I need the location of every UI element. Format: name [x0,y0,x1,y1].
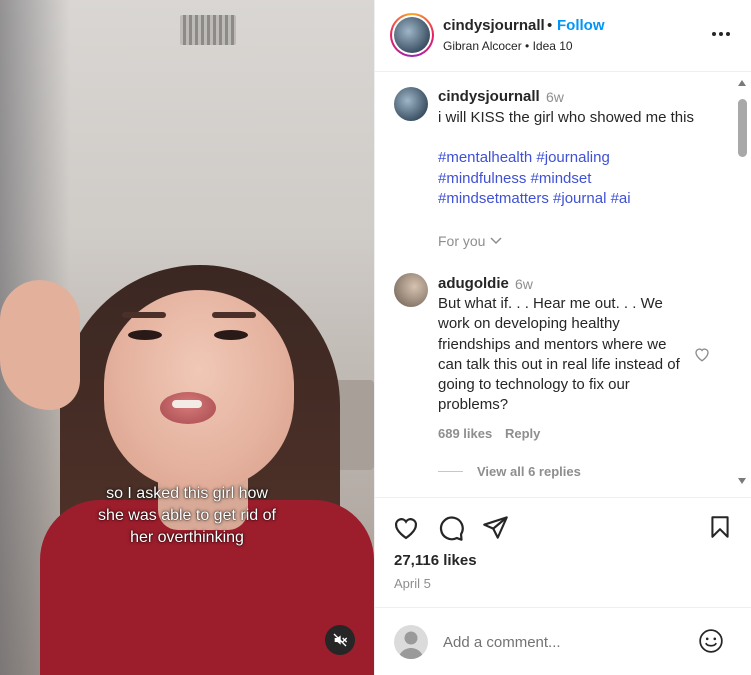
scroll-up-arrow-icon[interactable] [737,79,747,87]
follow-button[interactable]: Follow [557,17,605,34]
emoji-icon [699,629,723,653]
scroll-down-arrow-icon[interactable] [737,477,747,485]
more-horizontal-icon [712,32,730,36]
comment-text: But what if. . . Hear me out. . . We wor… [438,295,680,414]
caption-line: her overthinking [130,529,244,546]
reply-button[interactable]: Reply [505,426,540,441]
story-ring-avatar[interactable] [390,13,434,57]
audio-subtitle[interactable]: Gibran Alcocer • Idea 10 [443,39,573,53]
right-eyebrow [212,312,256,318]
comment-input[interactable] [443,630,683,654]
header-username[interactable]: cindysjournall [443,17,545,34]
for-you-dropdown[interactable]: For you [438,233,503,249]
hashtags: #mentalhealth #journaling #mindfulness #… [438,148,728,210]
caption-text: i will KISS the girl who showed me this [438,109,694,126]
comment-bar [375,607,751,675]
scrollbar[interactable] [735,73,749,496]
user-avatar [394,625,428,659]
hashtag-line[interactable]: #mindfulness #mindset [438,169,728,190]
more-options-button[interactable] [709,22,733,46]
heart-icon [394,518,418,540]
post-date[interactable]: April 5 [394,576,431,591]
speaker-muted-icon [333,633,348,647]
person-teeth [172,400,202,408]
person-face [104,290,294,490]
left-eyebrow [122,312,166,318]
post-actions: 27,116 likes April 5 [375,497,751,607]
mute-button[interactable] [325,625,355,655]
comment-button[interactable] [437,514,465,542]
post-header: cindysjournall • Follow Gibran Alcocer •… [375,0,751,72]
ceiling-vent [180,15,236,45]
comment-username[interactable]: adugoldie [438,275,509,292]
person-hand [0,280,80,410]
save-button[interactable] [707,514,735,542]
avatar [394,17,430,53]
emoji-button[interactable] [698,628,724,654]
scrollbar-thumb[interactable] [738,99,747,157]
header-separator: • [547,17,553,34]
caption-line: so I asked this girl how [106,485,268,502]
default-avatar-icon [398,631,424,659]
video-player[interactable]: so I asked this girl how she was able to… [0,0,374,675]
commenter-avatar[interactable] [394,273,428,307]
video-caption: so I asked this girl how she was able to… [0,483,374,549]
share-button[interactable] [482,514,510,542]
like-button[interactable] [392,514,420,542]
chevron-down-icon [490,237,502,245]
post-likes[interactable]: 27,116 likes [394,552,477,569]
avatar[interactable] [394,87,428,121]
caption-timestamp[interactable]: 6w [546,89,564,105]
comments-scroll-area[interactable]: cindysjournall 6w i will KISS the girl w… [375,73,751,496]
post-panel: cindysjournall • Follow Gibran Alcocer •… [374,0,751,675]
replies-divider [438,471,463,472]
comment-timestamp[interactable]: 6w [515,276,533,292]
comment-icon [439,516,464,541]
for-you-label: For you [438,233,486,249]
comment-likes[interactable]: 689 likes [438,426,492,441]
bookmark-icon [711,516,729,538]
caption-line: she was able to get rid of [98,507,276,524]
right-eye [214,330,248,340]
view-replies-button[interactable]: View all 6 replies [477,464,581,479]
caption-username[interactable]: cindysjournall [438,88,540,105]
left-eye [128,330,162,340]
hashtag-line[interactable]: #mentalhealth #journaling [438,148,728,169]
heart-icon [695,348,709,362]
hashtag-line[interactable]: #mindsetmatters #journal #ai [438,189,728,210]
person-lips [160,392,216,424]
comment-like-button[interactable] [693,345,713,365]
send-icon [483,516,508,539]
